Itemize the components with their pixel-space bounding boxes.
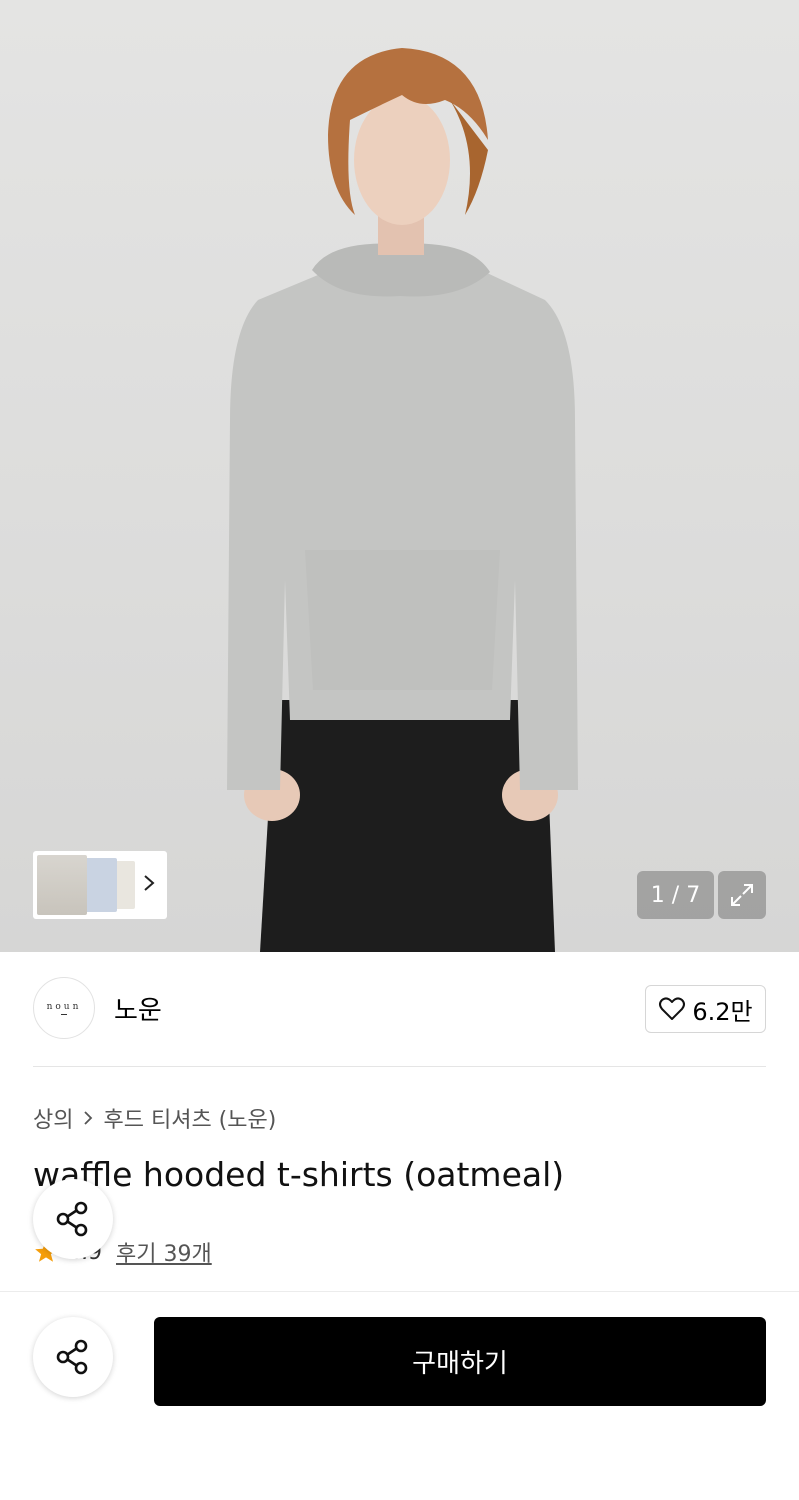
thumbnail-strip[interactable] xyxy=(33,851,167,919)
thumbnail-stack xyxy=(37,855,135,915)
expand-button[interactable] xyxy=(718,871,766,919)
brand-logo[interactable]: noun xyxy=(33,977,95,1039)
brand-logo-text: noun xyxy=(46,1001,82,1012)
like-count: 6.2만 xyxy=(692,997,753,1026)
divider xyxy=(33,1066,766,1067)
chevron-right-icon[interactable] xyxy=(135,873,163,898)
like-button[interactable]: 6.2만 xyxy=(645,985,766,1033)
brand-name[interactable]: 노운 xyxy=(114,990,162,1027)
heart-icon xyxy=(659,997,686,1020)
reviews-link[interactable]: 후기 39개 xyxy=(116,1236,212,1268)
thumbnail-1[interactable] xyxy=(37,855,87,915)
product-image[interactable]: 1 / 7 xyxy=(0,0,799,952)
share-button-floating[interactable] xyxy=(33,1179,113,1259)
buy-button[interactable]: 구매하기 xyxy=(154,1317,766,1406)
product-photo xyxy=(227,48,578,952)
breadcrumb: 상의 후드 티셔츠 (노운) xyxy=(33,1102,276,1134)
share-button[interactable] xyxy=(33,1317,113,1397)
image-counter: 1 / 7 xyxy=(637,871,714,919)
logo-underline xyxy=(61,1013,67,1015)
chevron-right-icon xyxy=(84,1111,93,1125)
breadcrumb-item-subcategory[interactable]: 후드 티셔츠 (노운) xyxy=(103,1102,276,1134)
share-icon xyxy=(56,1339,88,1375)
expand-icon xyxy=(731,884,753,906)
breadcrumb-item-category[interactable]: 상의 xyxy=(33,1102,73,1134)
bottom-bar-divider xyxy=(0,1291,799,1292)
share-icon xyxy=(56,1201,88,1237)
product-title: waffle hooded t-shirts (oatmeal) xyxy=(33,1155,565,1194)
